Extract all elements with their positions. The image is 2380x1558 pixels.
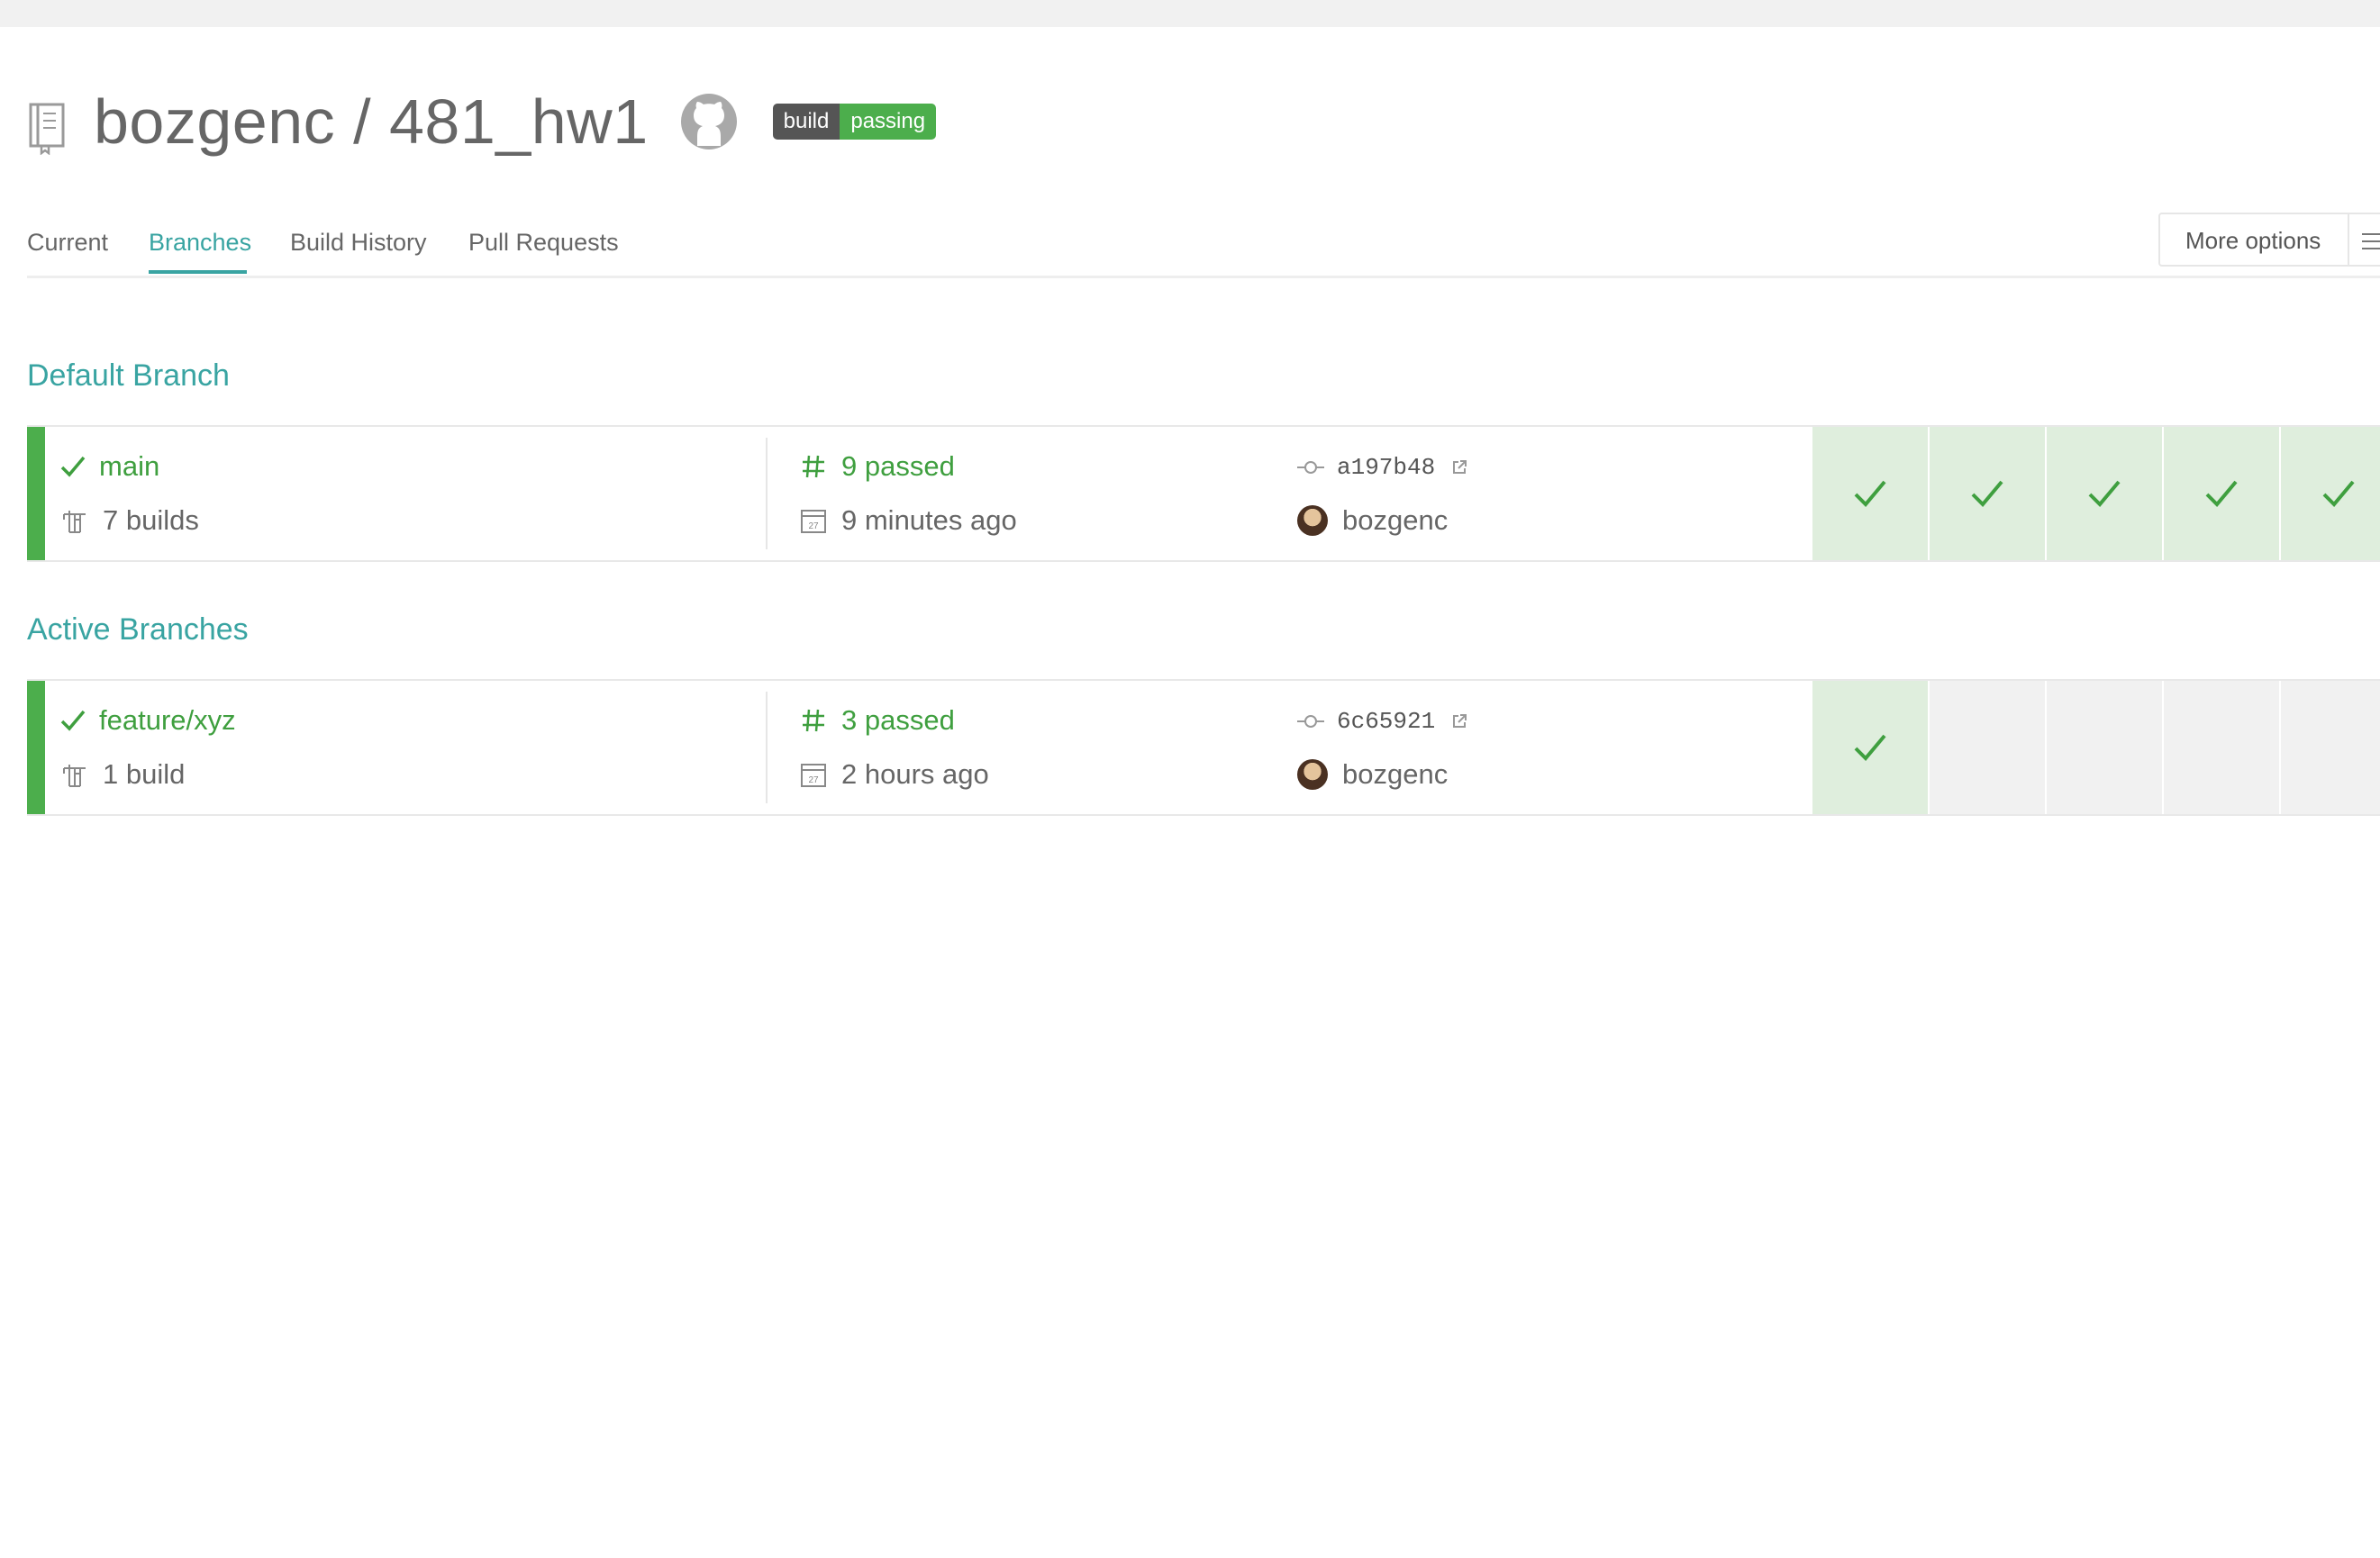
history-tile-passed[interactable] xyxy=(1930,427,2045,560)
top-bar xyxy=(0,0,2380,27)
tab-branches[interactable]: Branches xyxy=(149,229,251,257)
status-bar xyxy=(27,681,45,814)
build-time-cell: 27 9 minutes ago xyxy=(800,504,1017,537)
calendar-icon: 27 xyxy=(801,510,826,533)
history-tile-passed[interactable] xyxy=(2047,427,2162,560)
build-status-cell[interactable]: 9 passed xyxy=(800,450,955,483)
author-name: bozgenc xyxy=(1342,758,1449,790)
history-tile-empty xyxy=(1930,681,2045,814)
active-tab-indicator xyxy=(149,270,247,274)
repo-title: bozgenc / 481_hw1 xyxy=(94,86,649,157)
history-tile-empty xyxy=(2164,681,2279,814)
history-tile-passed[interactable] xyxy=(1812,681,1928,814)
build-count-cell[interactable]: 1 build xyxy=(61,758,185,791)
branch-name-cell[interactable]: main xyxy=(59,450,159,483)
external-link-icon[interactable] xyxy=(1451,713,1467,729)
history-tile-passed[interactable] xyxy=(1812,427,1928,560)
hash-icon xyxy=(803,709,824,732)
check-icon xyxy=(1854,480,1886,507)
avatar xyxy=(1297,759,1328,790)
commit-sha: a197b48 xyxy=(1337,454,1436,481)
column-divider xyxy=(766,438,768,549)
build-status: 3 passed xyxy=(841,704,955,736)
badge-status: passing xyxy=(840,104,937,140)
commit-cell[interactable]: 6c65921 xyxy=(1297,708,1467,735)
svg-text:27: 27 xyxy=(808,775,819,785)
more-options-divider xyxy=(2348,214,2349,267)
builds-icon xyxy=(63,765,86,787)
build-time: 9 minutes ago xyxy=(841,504,1017,536)
history-tile-empty xyxy=(2281,681,2380,814)
build-status-badge[interactable]: build passing xyxy=(772,104,937,140)
more-options-label: More options xyxy=(2185,227,2321,254)
check-icon xyxy=(2322,480,2355,507)
default-branch-heading: Default Branch xyxy=(27,358,230,393)
builds-icon xyxy=(63,511,86,533)
build-status: 9 passed xyxy=(841,450,955,482)
branch-name: feature/xyz xyxy=(99,704,236,736)
repo-tabs: Current Branches Build History Pull Requ… xyxy=(27,216,2380,278)
build-count-cell[interactable]: 7 builds xyxy=(61,504,199,537)
build-history-tiles xyxy=(1812,681,2380,814)
branch-row-active[interactable]: feature/xyz 1 build 3 passed 27 2 hours … xyxy=(27,679,2380,816)
branch-name-cell[interactable]: feature/xyz xyxy=(59,704,236,737)
check-icon xyxy=(1854,734,1886,761)
check-icon xyxy=(2088,480,2121,507)
check-icon xyxy=(2205,480,2238,507)
build-time: 2 hours ago xyxy=(841,758,989,790)
commit-icon xyxy=(1297,715,1324,728)
tab-build-history[interactable]: Build History xyxy=(290,229,427,257)
repo-header: bozgenc / 481_hw1 build passing xyxy=(27,81,937,162)
build-count: 1 build xyxy=(103,758,186,790)
author-cell: bozgenc xyxy=(1297,758,1448,791)
hash-icon xyxy=(803,455,824,478)
commit-cell[interactable]: a197b48 xyxy=(1297,454,1467,481)
calendar-icon: 27 xyxy=(801,764,826,787)
active-branches-heading: Active Branches xyxy=(27,612,249,647)
build-history-tiles xyxy=(1812,427,2380,560)
check-icon xyxy=(60,710,86,731)
build-count: 7 builds xyxy=(103,504,199,536)
commit-icon xyxy=(1297,461,1324,474)
tab-current[interactable]: Current xyxy=(27,229,108,257)
column-divider xyxy=(766,692,768,803)
author-name: bozgenc xyxy=(1342,504,1449,536)
check-icon xyxy=(1971,480,2003,507)
repo-icon xyxy=(29,103,65,155)
menu-icon[interactable] xyxy=(2360,231,2380,252)
avatar xyxy=(1297,505,1328,536)
branch-row-default[interactable]: main 7 builds 9 passed 27 9 minutes ago … xyxy=(27,425,2380,562)
branch-name: main xyxy=(99,450,160,482)
history-tile-passed[interactable] xyxy=(2164,427,2279,560)
more-options-button[interactable]: More options xyxy=(2158,213,2380,267)
build-time-cell: 27 2 hours ago xyxy=(800,758,989,791)
external-link-icon[interactable] xyxy=(1451,459,1467,476)
status-bar xyxy=(27,427,45,560)
build-status-cell[interactable]: 3 passed xyxy=(800,704,955,737)
history-tile-passed[interactable] xyxy=(2281,427,2380,560)
history-tile-empty xyxy=(2047,681,2162,814)
commit-sha: 6c65921 xyxy=(1337,708,1436,735)
badge-label: build xyxy=(772,104,840,140)
check-icon xyxy=(60,456,86,477)
tab-pull-requests[interactable]: Pull Requests xyxy=(468,229,619,257)
author-cell: bozgenc xyxy=(1297,504,1448,537)
svg-text:27: 27 xyxy=(808,521,819,531)
github-icon[interactable] xyxy=(679,92,739,151)
